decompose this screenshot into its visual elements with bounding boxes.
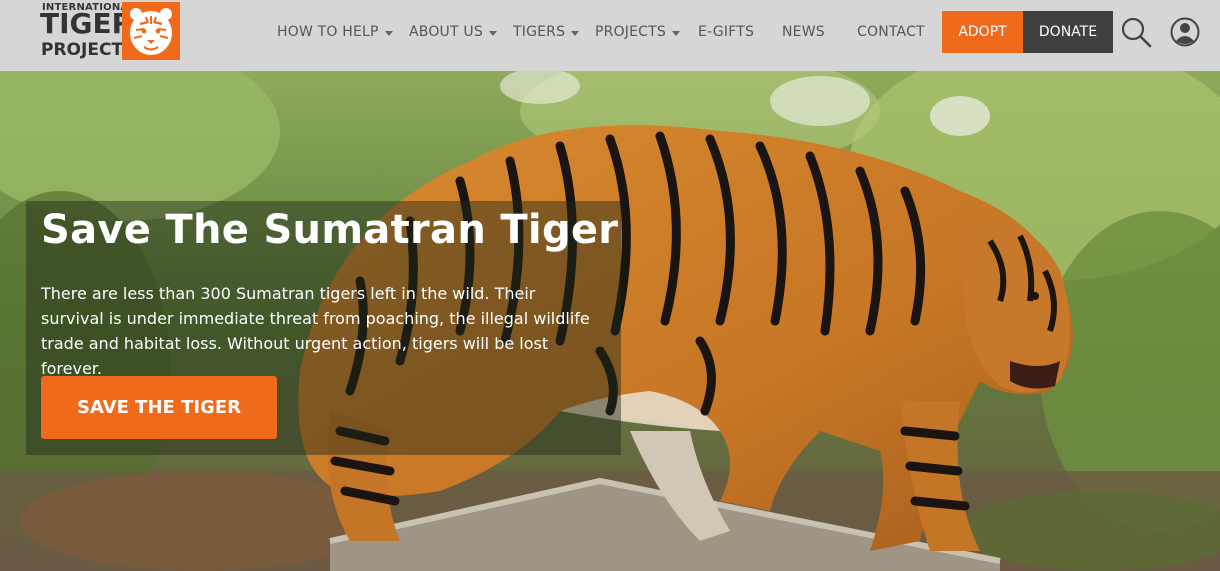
nav-label: PROJECTS (595, 24, 666, 40)
chevron-down-icon (384, 30, 393, 36)
user-icon[interactable] (1170, 17, 1200, 47)
nav-news[interactable]: NEWS (782, 22, 825, 42)
chevron-down-icon (488, 30, 497, 36)
nav-label: HOW TO HELP (277, 24, 379, 40)
nav-label: CONTACT (857, 24, 925, 40)
save-the-tiger-button[interactable]: SAVE THE TIGER (41, 376, 277, 439)
site-logo[interactable]: INTERNATIONAL TIGER PROJECT (40, 2, 182, 62)
nav-e-gifts[interactable]: E-GIFTS (698, 22, 754, 42)
adopt-button[interactable]: ADOPT (942, 11, 1023, 53)
donate-button[interactable]: DONATE (1023, 11, 1113, 53)
nav-contact[interactable]: CONTACT (857, 22, 925, 42)
nav-about-us[interactable]: ABOUT US (409, 22, 497, 42)
tiger-face-icon (122, 2, 180, 60)
nav-label: E-GIFTS (698, 24, 755, 40)
site-header: INTERNATIONAL TIGER PROJECT HOW TO HELP (0, 0, 1220, 71)
logo-wordmark: INTERNATIONAL TIGER PROJECT (40, 2, 135, 62)
nav-how-to-help[interactable]: HOW TO HELP (277, 22, 393, 42)
logo-line-project: PROJECT (41, 40, 124, 60)
chevron-down-icon (671, 30, 680, 36)
logo-line-tiger: TIGER (40, 7, 134, 40)
hero-title: Save The Sumatran Tiger (41, 207, 619, 253)
nav-label: TIGERS (513, 24, 566, 40)
nav-label: NEWS (782, 24, 825, 40)
chevron-down-icon (571, 30, 580, 36)
search-icon[interactable] (1120, 16, 1152, 48)
nav-projects[interactable]: PROJECTS (595, 22, 680, 42)
nav-tigers[interactable]: TIGERS (513, 22, 580, 42)
nav-label: ABOUT US (409, 24, 483, 40)
hero-description: There are less than 300 Sumatran tigers … (41, 284, 590, 378)
